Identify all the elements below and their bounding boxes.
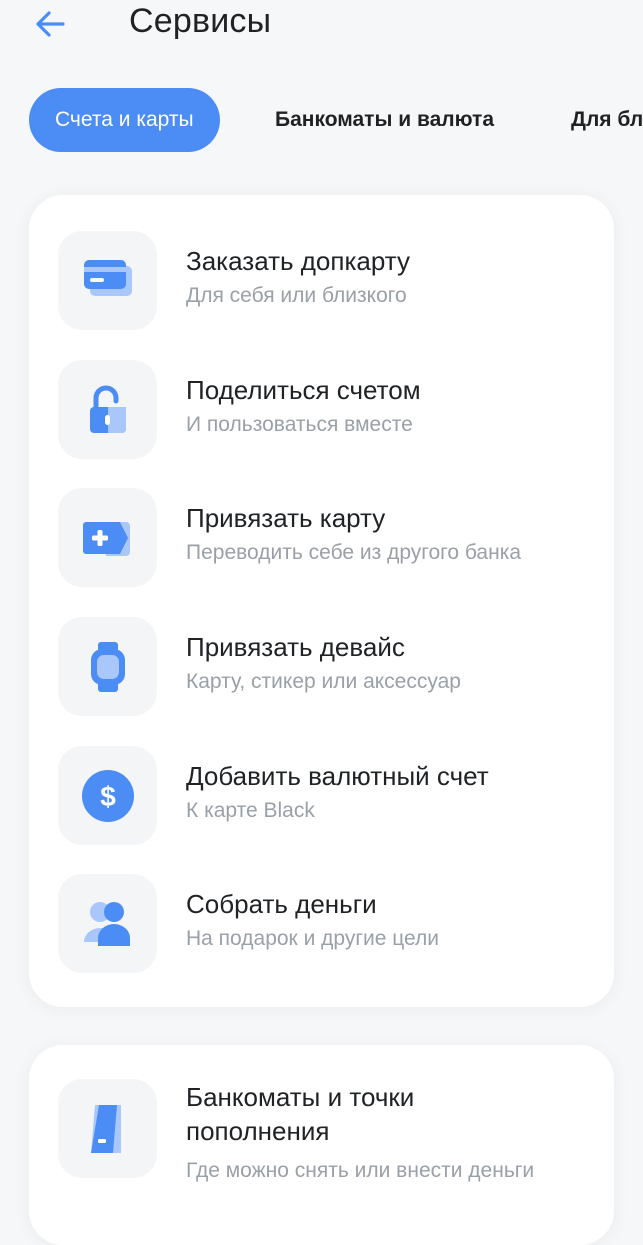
- service-link-device[interactable]: Привязать девайс Карту, стикер или аксес…: [29, 612, 614, 722]
- service-subtitle: Для себя или близкого: [186, 284, 407, 307]
- service-add-currency-account[interactable]: $ Добавить валютный счет К карте Black: [29, 741, 614, 851]
- currency-icon: $: [81, 769, 134, 822]
- service-title: Привязать карту: [186, 503, 386, 533]
- service-subtitle: Переводить себе из другого банка: [186, 541, 522, 564]
- page-title: Сервисы: [129, 2, 272, 40]
- service-subtitle: И пользоваться вместе: [186, 413, 413, 436]
- service-link-card[interactable]: Привязать карту Переводить себе из друго…: [29, 483, 614, 593]
- tab-accounts-cards[interactable]: Счета и карты: [29, 88, 220, 152]
- service-title: Поделиться счетом: [186, 375, 421, 405]
- service-title: Привязать девайс: [186, 632, 405, 662]
- icon-container: [58, 231, 157, 330]
- service-title: Заказать допкарту: [186, 246, 410, 276]
- service-title-line2: пополнения: [186, 1116, 330, 1146]
- back-button[interactable]: [28, 4, 72, 44]
- icon-container: [58, 1079, 157, 1178]
- tab-for-relatives[interactable]: Для бл: [571, 88, 643, 152]
- arrow-left-icon: [36, 11, 65, 37]
- icon-container: $: [58, 746, 157, 845]
- service-title-line1: Банкоматы и точки: [186, 1082, 415, 1112]
- icon-container: [58, 617, 157, 716]
- watch-icon: [90, 641, 125, 692]
- service-collect-money[interactable]: Собрать деньги На подарок и другие цели: [29, 869, 614, 979]
- service-subtitle: Карту, стикер или аксессуар: [186, 670, 461, 693]
- icon-container: [58, 874, 157, 973]
- header: Сервисы: [0, 0, 643, 60]
- service-subtitle: Где можно снять или внести деньги: [186, 1159, 535, 1182]
- card-icon: [83, 259, 132, 296]
- svg-text:$: $: [100, 781, 116, 812]
- service-title: Добавить валютный счет: [186, 761, 489, 791]
- unlock-icon: [89, 385, 126, 433]
- service-order-extra-card[interactable]: Заказать допкарту Для себя или близкого: [29, 226, 614, 336]
- category-tabs: Счета и карты Банкоматы и валюта Для бл: [0, 88, 643, 152]
- icon-container: [58, 488, 157, 587]
- add-card-icon: [82, 521, 130, 556]
- people-icon: [83, 901, 130, 946]
- service-atms-topup-points[interactable]: Банкоматы и точки пополнения Где можно с…: [29, 1079, 614, 1199]
- tab-atms-currency[interactable]: Банкоматы и валюта: [275, 88, 494, 152]
- service-share-account[interactable]: Поделиться счетом И пользоваться вместе: [29, 355, 614, 465]
- service-title: Собрать деньги: [186, 889, 377, 919]
- service-subtitle: К карте Black: [186, 799, 315, 822]
- icon-container: [58, 360, 157, 459]
- atm-icon: [90, 1104, 121, 1153]
- service-subtitle: На подарок и другие цели: [186, 927, 440, 950]
- services-card: Заказать допкарту Для себя или близкого …: [29, 195, 614, 1007]
- atm-card: Банкоматы и точки пополнения Где можно с…: [29, 1045, 614, 1245]
